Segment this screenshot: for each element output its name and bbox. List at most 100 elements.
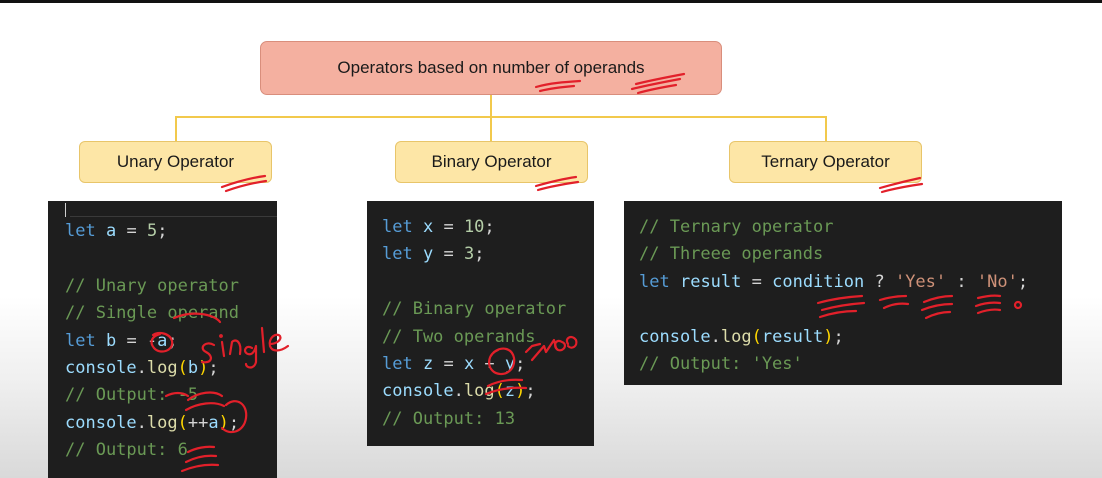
code-token: ; — [1017, 271, 1029, 292]
code-token: x — [422, 217, 434, 237]
editor-cursor — [65, 203, 66, 217]
connector-unary — [175, 116, 177, 142]
code-token: ( — [177, 357, 188, 378]
connector-root-stem — [490, 95, 492, 117]
code-token: ++ — [187, 412, 209, 433]
ternary-operator-node: Ternary Operator — [729, 141, 922, 183]
ternary-node-label: Ternary Operator — [761, 152, 890, 171]
code-line: // Output: 'Yes' — [639, 351, 1062, 378]
code-line: // Two operands — [382, 324, 594, 351]
code-token: = — [116, 221, 147, 241]
code-line: // Output: 13 — [382, 406, 594, 433]
code-token: let — [65, 221, 96, 241]
code-line: let z = x + y; — [382, 351, 594, 378]
code-token: ; — [167, 330, 178, 351]
code-token: ) — [823, 326, 834, 347]
code-token: y — [422, 244, 434, 265]
editor-gutter-line — [70, 216, 277, 217]
code-token: z — [422, 353, 434, 374]
code-token: let — [65, 330, 96, 351]
code-token: ? — [864, 271, 895, 292]
code-token: = - — [116, 330, 158, 351]
code-token: ( — [494, 381, 505, 402]
binary-node-label: Binary Operator — [431, 152, 552, 171]
code-token: // Unary operator — [65, 275, 239, 296]
code-token: a — [157, 330, 168, 351]
code-token: ; — [228, 412, 240, 433]
code-line: console.log(b); — [65, 355, 277, 382]
code-token: let — [382, 353, 413, 374]
top-border — [0, 0, 1102, 3]
code-token: 10 — [463, 217, 485, 237]
code-token: // Threee operands — [639, 244, 824, 265]
code-token: // Ternary operator — [639, 217, 834, 237]
unary-operator-node: Unary Operator — [79, 141, 272, 183]
code-token: ; — [515, 353, 526, 374]
code-token: ; — [474, 244, 485, 265]
code-token: y — [504, 353, 516, 374]
code-token: log — [146, 412, 178, 433]
code-token: let — [382, 217, 413, 237]
code-line: let b = -a; — [65, 328, 277, 355]
code-token: ( — [177, 412, 188, 433]
root-label: Operators based on number of operands — [337, 58, 645, 77]
code-token: a — [208, 412, 219, 433]
code-line: // Ternary operator — [639, 214, 1062, 241]
code-token: console — [382, 381, 454, 402]
code-token: 3 — [463, 244, 475, 265]
ternary-code-panel: // Ternary operator // Threee operands let… — [624, 201, 1062, 385]
code-token: // Output: -5 — [65, 385, 199, 406]
code-token: = — [433, 244, 464, 265]
code-token: z — [504, 381, 516, 402]
code-token: // Output: 6 — [65, 440, 188, 461]
connector-binary — [490, 116, 492, 142]
code-token: // Output: 'Yes' — [639, 353, 803, 374]
diagram-root-node: Operators based on number of operands — [260, 41, 722, 95]
code-line: console.log(++a); — [65, 410, 277, 437]
code-token: let — [382, 244, 413, 265]
code-token: // Single operand — [65, 303, 239, 324]
code-token: log — [146, 357, 178, 378]
code-token: let — [639, 271, 670, 292]
code-token: ; — [525, 381, 536, 402]
code-token: ; — [208, 357, 219, 378]
code-token: = — [433, 353, 464, 374]
code-line: let y = 3; — [382, 241, 594, 268]
code-line: // Threee operands — [639, 241, 1062, 268]
code-token: = — [741, 271, 773, 292]
code-token: 'Yes' — [894, 271, 947, 292]
code-token: + — [474, 353, 505, 374]
code-line: console.log(z); — [382, 378, 594, 405]
code-token: // Binary operator — [382, 299, 567, 320]
code-line: // Output: 6 — [65, 437, 277, 464]
code-token: a — [105, 221, 117, 241]
code-token: ; — [157, 221, 168, 241]
code-token: . — [453, 381, 464, 402]
code-line: let result = condition ? 'Yes' : 'No'; — [639, 269, 1062, 296]
code-line: let a = 5; — [65, 218, 277, 245]
unary-code-panel: let a = 5; // Unary operator // Single op… — [48, 201, 277, 478]
connector-ternary — [825, 116, 827, 142]
code-line: // Binary operator — [382, 296, 594, 323]
connector-horizontal — [175, 116, 827, 118]
binary-code-panel: let x = 10; let y = 3; // Binary operator… — [367, 201, 594, 446]
code-token: = — [433, 217, 464, 237]
code-token: 5 — [146, 221, 158, 241]
code-token: ; — [484, 217, 495, 237]
code-token: . — [710, 326, 721, 347]
code-token: b — [105, 330, 117, 351]
code-token: // Two operands — [382, 326, 536, 347]
code-token: . — [136, 412, 147, 433]
binary-operator-node: Binary Operator — [395, 141, 588, 183]
unary-node-label: Unary Operator — [116, 152, 235, 171]
code-token: log — [463, 381, 495, 402]
code-line: // Single operand — [65, 300, 277, 327]
